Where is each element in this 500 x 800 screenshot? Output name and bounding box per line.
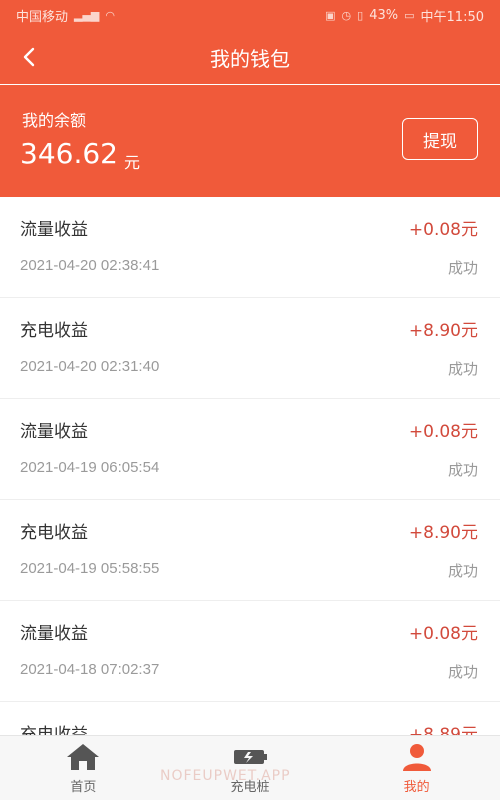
clock: 中午11:50 xyxy=(420,9,484,25)
wifi-icon: ◠ xyxy=(105,8,116,22)
transaction-time: 2021-04-20 02:38:41 xyxy=(20,257,160,274)
transaction-status: 成功 xyxy=(447,259,478,277)
transaction-list: 流量收益 +0.08元 2021-04-20 02:38:41 成功 充电收益 … xyxy=(0,197,500,800)
list-item[interactable]: 流量收益 +0.08元 2021-04-20 02:38:41 成功 xyxy=(0,197,500,298)
transaction-time: 2021-04-19 05:58:55 xyxy=(20,560,160,577)
tab-mine-label: 我的 xyxy=(403,779,430,795)
balance-card: 我的余额 346.62 元 提现 xyxy=(0,85,500,197)
battery-icon: ▭ xyxy=(404,8,415,22)
tab-home-label: 首页 xyxy=(70,779,97,795)
transaction-title: 流量收益 xyxy=(20,220,88,240)
watermark-text: NOFEUPWET.APP xyxy=(160,768,291,784)
balance-amount: 346.62 xyxy=(20,137,118,170)
transaction-time: 2021-04-19 06:05:54 xyxy=(20,459,160,476)
status-bar: 中国移动 ▂▄▆ ◠ ▣ ◷ ▯ 43% ▭ 中午11:50 xyxy=(0,0,500,30)
home-icon xyxy=(67,743,100,770)
app-header: 我的钱包 xyxy=(0,30,500,84)
transaction-time: 2021-04-18 07:02:37 xyxy=(20,661,160,678)
vibrate-icon: ▯ xyxy=(357,8,364,22)
transaction-title: 充电收益 xyxy=(20,523,88,543)
alarm-icon: ◷ xyxy=(341,8,352,22)
battery-level: 43% xyxy=(369,7,399,23)
tab-mine[interactable]: 我的 xyxy=(357,736,477,800)
signal-icon: ▂▄▆ xyxy=(74,8,100,22)
list-item[interactable]: 充电收益 +8.90元 2021-04-20 02:31:40 成功 xyxy=(0,298,500,399)
tab-home[interactable]: 首页 xyxy=(23,736,143,800)
list-item[interactable]: 流量收益 +0.08元 2021-04-18 07:02:37 成功 xyxy=(0,601,500,702)
transaction-title: 流量收益 xyxy=(20,422,88,442)
balance-label: 我的余额 xyxy=(22,111,87,130)
transaction-amount: +0.08元 xyxy=(408,422,478,442)
chevron-left-icon xyxy=(23,47,35,67)
transaction-amount: +8.90元 xyxy=(408,523,478,543)
transaction-title: 流量收益 xyxy=(20,624,88,644)
back-button[interactable] xyxy=(12,40,46,74)
carrier-label: 中国移动 xyxy=(16,9,69,25)
transaction-title: 充电收益 xyxy=(20,321,88,341)
transaction-status: 成功 xyxy=(447,562,478,580)
transaction-status: 成功 xyxy=(447,360,478,378)
withdraw-button[interactable]: 提现 xyxy=(402,118,478,160)
list-item[interactable]: 流量收益 +0.08元 2021-04-19 06:05:54 成功 xyxy=(0,399,500,500)
transaction-amount: +0.08元 xyxy=(408,220,478,240)
transaction-amount: +0.08元 xyxy=(408,624,478,644)
charging-pile-icon xyxy=(233,749,267,764)
page-title: 我的钱包 xyxy=(210,46,290,71)
user-icon xyxy=(402,743,431,771)
nfc-icon: ▣ xyxy=(325,8,336,22)
list-item[interactable]: 充电收益 +8.90元 2021-04-19 05:58:55 成功 xyxy=(0,500,500,601)
balance-unit: 元 xyxy=(124,153,141,172)
transaction-amount: +8.90元 xyxy=(408,321,478,341)
transaction-status: 成功 xyxy=(447,461,478,479)
transaction-status: 成功 xyxy=(447,663,478,681)
transaction-time: 2021-04-20 02:31:40 xyxy=(20,358,160,375)
